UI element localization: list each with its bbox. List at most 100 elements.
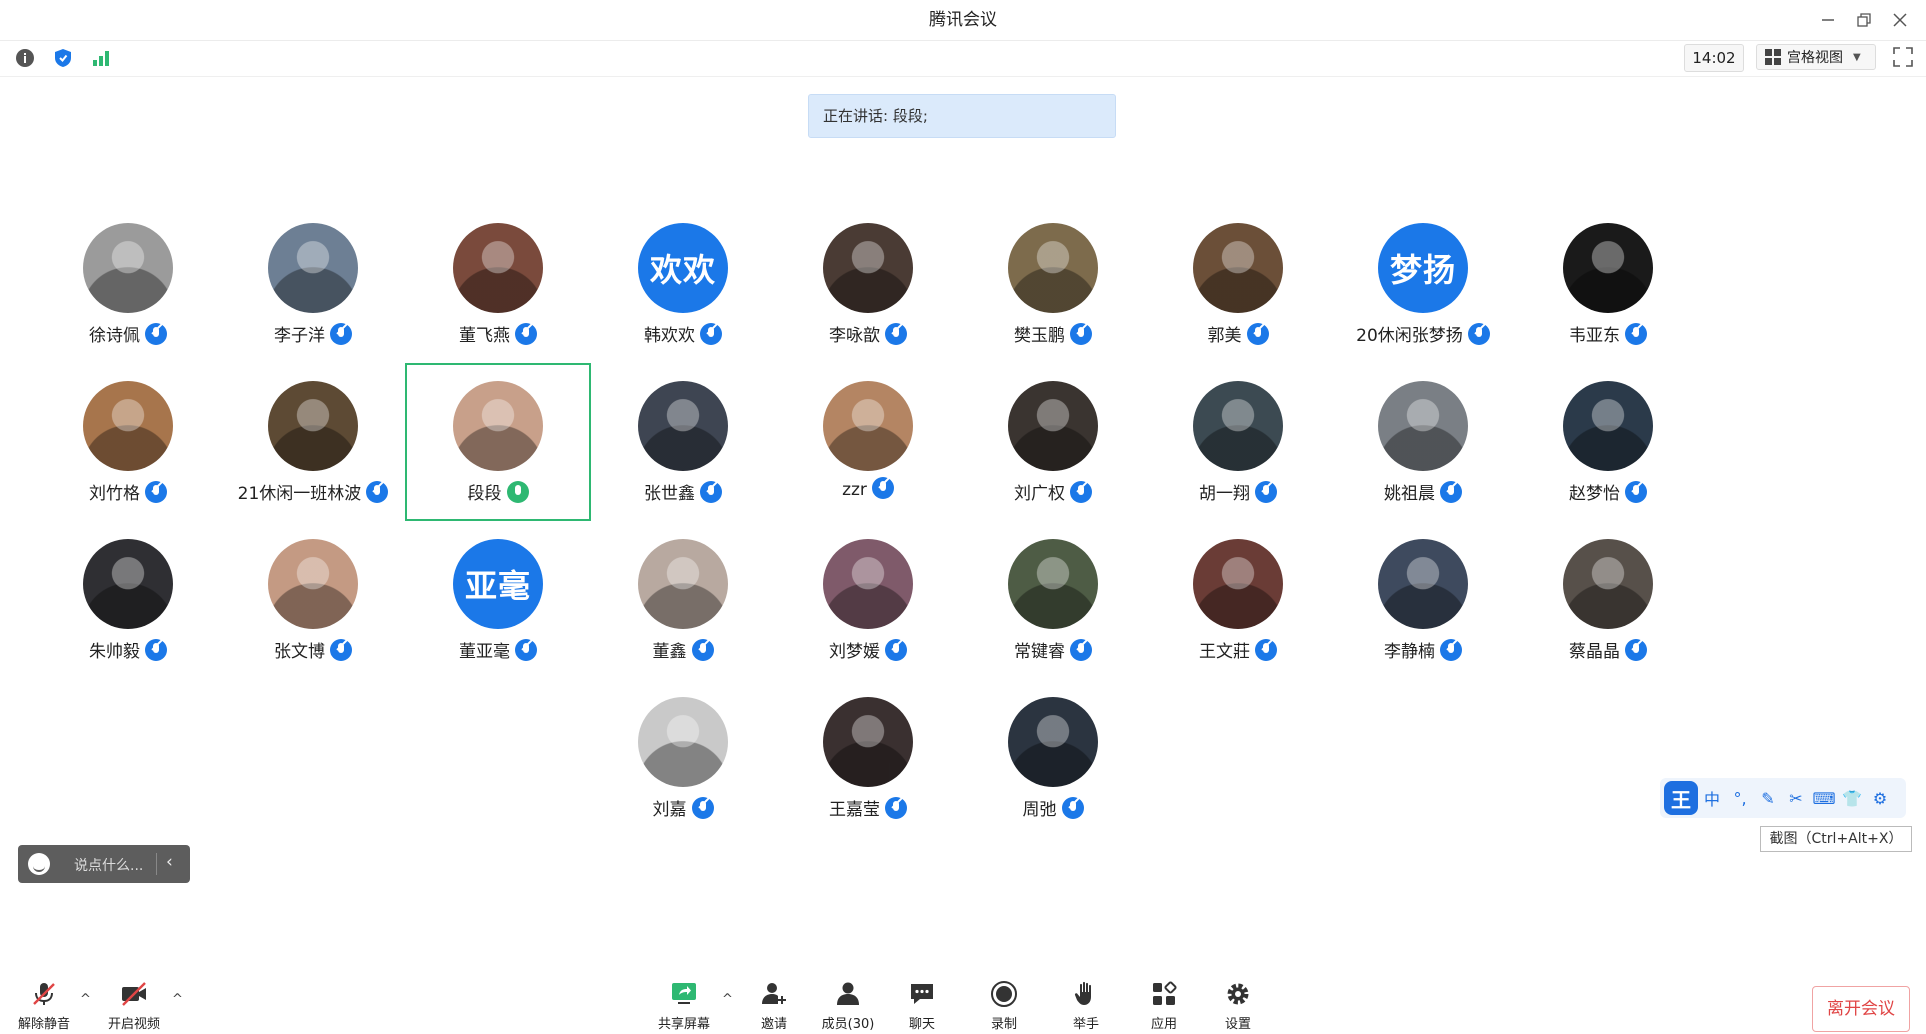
participant-tile[interactable]: 董鑫 <box>590 521 776 679</box>
chat-button[interactable]: 聊天 <box>882 966 962 1034</box>
avatar <box>1563 539 1653 629</box>
mic-muted-icon <box>700 481 722 503</box>
ime-settings-icon[interactable]: ⚙ <box>1866 789 1894 808</box>
participant-name-row: 胡一翔 <box>1145 479 1331 505</box>
collapse-arrow-icon[interactable]: ‹ <box>166 852 173 872</box>
ime-keyboard-icon[interactable]: ⌨ <box>1810 789 1838 808</box>
ime-toolbar: 王 中 °, ✎ ✂ ⌨ 👕 ⚙ <box>1660 778 1906 818</box>
participant-name-row: 韩欢欢 <box>590 321 776 347</box>
share-options-caret-icon[interactable]: ^ <box>722 992 733 1007</box>
apps-icon <box>1153 981 1177 1005</box>
participant-tile[interactable]: 刘广权 <box>960 363 1146 521</box>
participant-tile[interactable]: 梦扬 20休闲张梦扬 <box>1330 205 1516 363</box>
participant-tile[interactable]: 刘竹格 <box>35 363 221 521</box>
security-shield-icon[interactable] <box>52 47 74 69</box>
participant-tile[interactable]: 朱帅毅 <box>35 521 221 679</box>
participant-tile[interactable]: 张世鑫 <box>590 363 776 521</box>
participant-tile[interactable]: 李静楠 <box>1330 521 1516 679</box>
participant-tile[interactable]: zzr <box>775 363 961 521</box>
participant-name-row: 王文莊 <box>1145 637 1331 663</box>
invite-label: 邀请 <box>760 1017 787 1032</box>
ime-screenshot-icon[interactable]: ✂ <box>1782 789 1810 808</box>
participant-tile[interactable]: 蔡晶晶 <box>1515 521 1701 679</box>
title-bar: 腾讯会议 <box>0 0 1926 41</box>
avatar: 欢欢 <box>638 223 728 313</box>
participant-tile[interactable]: 徐诗佩 <box>35 205 221 363</box>
participant-tile[interactable]: 周弛 <box>960 679 1146 837</box>
participant-name: 姚祖晨 <box>1384 484 1435 504</box>
participant-tile[interactable]: 姚祖晨 <box>1330 363 1516 521</box>
ime-punct-icon[interactable]: °, <box>1726 789 1754 808</box>
avatar <box>268 381 358 471</box>
mic-muted-icon <box>885 323 907 345</box>
participant-name-row: 董亚毫 <box>405 637 591 663</box>
fullscreen-icon[interactable] <box>1892 46 1914 68</box>
participant-name-row: 张文博 <box>220 637 406 663</box>
emoji-icon[interactable] <box>28 853 50 875</box>
participant-tile[interactable]: 董飞燕 <box>405 205 591 363</box>
mic-muted-icon <box>515 639 537 661</box>
avatar: 梦扬 <box>1378 223 1468 313</box>
avatar <box>1563 223 1653 313</box>
participant-tile[interactable]: 张文博 <box>220 521 406 679</box>
settings-button[interactable]: 设置 <box>1198 966 1278 1034</box>
mic-muted-icon <box>145 323 167 345</box>
participant-tile[interactable]: 胡一翔 <box>1145 363 1331 521</box>
participant-name: 王文莊 <box>1199 642 1250 662</box>
network-signal-icon[interactable] <box>90 47 112 69</box>
ime-handwrite-icon[interactable]: ✎ <box>1754 789 1782 808</box>
invite-button[interactable]: 邀请 <box>734 966 814 1034</box>
minimize-icon[interactable] <box>1810 0 1846 40</box>
mic-muted-icon <box>330 639 352 661</box>
participant-tile[interactable]: 亚毫 董亚毫 <box>405 521 591 679</box>
view-mode-button[interactable]: 宫格视图 ▼ <box>1756 44 1876 70</box>
participant-name: 赵梦怡 <box>1569 484 1620 504</box>
participant-name-row: 周弛 <box>960 795 1146 821</box>
record-button[interactable]: 录制 <box>964 966 1044 1034</box>
participant-tile[interactable]: 王文莊 <box>1145 521 1331 679</box>
participant-name: 段段 <box>467 484 502 504</box>
participant-tile[interactable]: 赵梦怡 <box>1515 363 1701 521</box>
participant-tile[interactable]: 李咏歆 <box>775 205 961 363</box>
mic-muted-icon <box>145 639 167 661</box>
participant-tile[interactable]: 刘梦媛 <box>775 521 961 679</box>
participant-name-row: 张世鑫 <box>590 479 776 505</box>
chat-quick-input[interactable]: 说点什么... ‹ <box>18 845 190 883</box>
members-button[interactable]: 成员(30) <box>808 966 888 1034</box>
participant-name: 郭美 <box>1207 326 1242 346</box>
participant-tile[interactable]: 刘嘉 <box>590 679 776 837</box>
screenshot-tooltip: 截图（Ctrl+Alt+X） <box>1760 826 1912 852</box>
record-icon <box>991 981 1017 1007</box>
participant-tile[interactable]: 王嘉莹 <box>775 679 961 837</box>
participant-name: 21休闲一班林波 <box>237 484 362 504</box>
avatar <box>1193 381 1283 471</box>
invite-user-icon <box>762 983 786 1004</box>
video-options-caret-icon[interactable]: ^ <box>172 992 183 1007</box>
start-video-button[interactable]: 开启视频 <box>94 966 174 1034</box>
window-controls <box>1810 0 1918 40</box>
audio-options-caret-icon[interactable]: ^ <box>80 992 91 1007</box>
participant-tile[interactable]: 段段 <box>405 363 591 521</box>
raise-hand-button[interactable]: 举手 <box>1046 966 1126 1034</box>
unmute-label: 解除静音 <box>17 1017 70 1032</box>
share-screen-button[interactable]: 共享屏幕 <box>644 966 724 1034</box>
participant-tile[interactable]: 李子洋 <box>220 205 406 363</box>
leave-meeting-button[interactable]: 离开会议 <box>1812 986 1910 1032</box>
participant-name: zzr <box>842 480 867 500</box>
info-icon[interactable] <box>14 47 36 69</box>
participant-tile[interactable]: 韦亚东 <box>1515 205 1701 363</box>
participant-tile[interactable]: 21休闲一班林波 <box>220 363 406 521</box>
apps-label: 应用 <box>1150 1017 1177 1032</box>
participant-tile[interactable]: 郭美 <box>1145 205 1331 363</box>
participant-tile[interactable]: 常键睿 <box>960 521 1146 679</box>
close-icon[interactable] <box>1882 0 1918 40</box>
participant-tile[interactable]: 欢欢 韩欢欢 <box>590 205 776 363</box>
mic-muted-icon <box>691 639 714 661</box>
ime-lang-toggle[interactable]: 中 <box>1698 786 1726 810</box>
apps-button[interactable]: 应用 <box>1124 966 1204 1034</box>
unmute-button[interactable]: 解除静音 <box>4 966 84 1034</box>
restore-icon[interactable] <box>1846 0 1882 40</box>
participant-tile[interactable]: 樊玉鹏 <box>960 205 1146 363</box>
ime-skin-icon[interactable]: 👕 <box>1838 789 1866 808</box>
ime-logo[interactable]: 王 <box>1664 781 1698 815</box>
